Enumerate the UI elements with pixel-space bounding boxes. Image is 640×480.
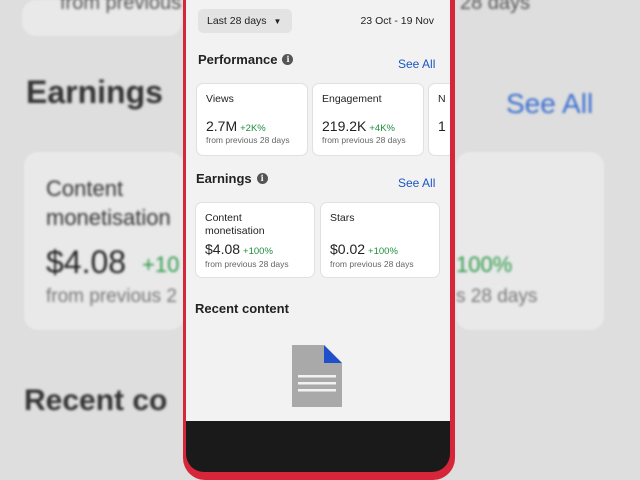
bg-text-top-right: 28 days [460,0,531,14]
bg-recent: Recent co [24,384,168,417]
card-sub: from previous 28 days [330,259,414,269]
earnings-see-all-link[interactable]: See All [398,176,435,190]
card-delta: +100% [243,246,273,257]
card-sub: from previous 28 days [206,135,290,145]
earnings-title-text: Earnings [196,171,252,186]
earnings-title: Earnings i [196,171,268,186]
phone-screen: Last 28 days ▼ 23 Oct - 19 Nov Performan… [186,0,450,421]
performance-title-text: Performance [198,52,278,67]
performance-see-all-link[interactable]: See All [398,57,435,71]
bg-card-line1: Content [46,176,124,201]
bg-card-delta: +10 [142,252,180,277]
card-label: Engagement [322,93,382,105]
card-delta: +2K% [240,123,266,134]
bg-right-delta: 100% [456,252,513,277]
info-icon[interactable]: i [256,173,268,184]
bg-card-value: $4.08 [46,244,127,280]
caret-down-icon: ▼ [273,16,282,26]
info-icon[interactable]: i [282,54,294,65]
bg-earnings-title: Earnings [26,74,163,110]
date-filter-dropdown[interactable]: Last 28 days ▼ [198,9,292,33]
card-value: 1 [438,118,446,134]
card-value: $4.08 [205,241,241,257]
date-filter-label: Last 28 days [207,15,267,27]
card-value: $0.02 [330,241,366,257]
date-range: 23 Oct - 19 Nov [360,15,434,27]
card-label: Views [206,93,234,105]
filter-bar: Last 28 days ▼ 23 Oct - 19 Nov [186,0,450,46]
views-card[interactable]: Views 2.7M +2K% from previous 28 days [197,84,307,155]
engagement-card[interactable]: Engagement 219.2K +4K% from previous 28 … [313,84,423,155]
card-label: Stars [330,212,355,224]
card-value: 2.7M [206,118,238,134]
bg-card-sub: from previous 2 [46,286,177,307]
bg-text-top-left: from previous [60,0,182,14]
card-sub: from previous 28 days [205,259,289,269]
partial-card[interactable]: N 1 [429,84,450,155]
card-delta: +4K% [369,123,395,134]
card-delta: +100% [368,246,398,257]
bg-right-sub: s 28 days [456,286,538,307]
card-label: N [438,93,446,105]
card-sub: from previous 28 days [322,135,406,145]
stars-card[interactable]: Stars $0.02 +100% from previous 28 days [321,203,439,277]
card-value: 219.2K [322,118,367,134]
bg-card-line2: monetisation [46,205,171,230]
recent-content-title: Recent content [195,301,289,316]
performance-title: Performance i [198,52,294,67]
content-monetisation-card[interactable]: Content monetisation $4.08 +100% from pr… [196,203,314,277]
bg-see-all: See All [506,88,594,119]
phone-bottom-bezel [186,420,450,472]
document-icon [292,345,342,407]
card-label: Content monetisation [205,212,265,237]
